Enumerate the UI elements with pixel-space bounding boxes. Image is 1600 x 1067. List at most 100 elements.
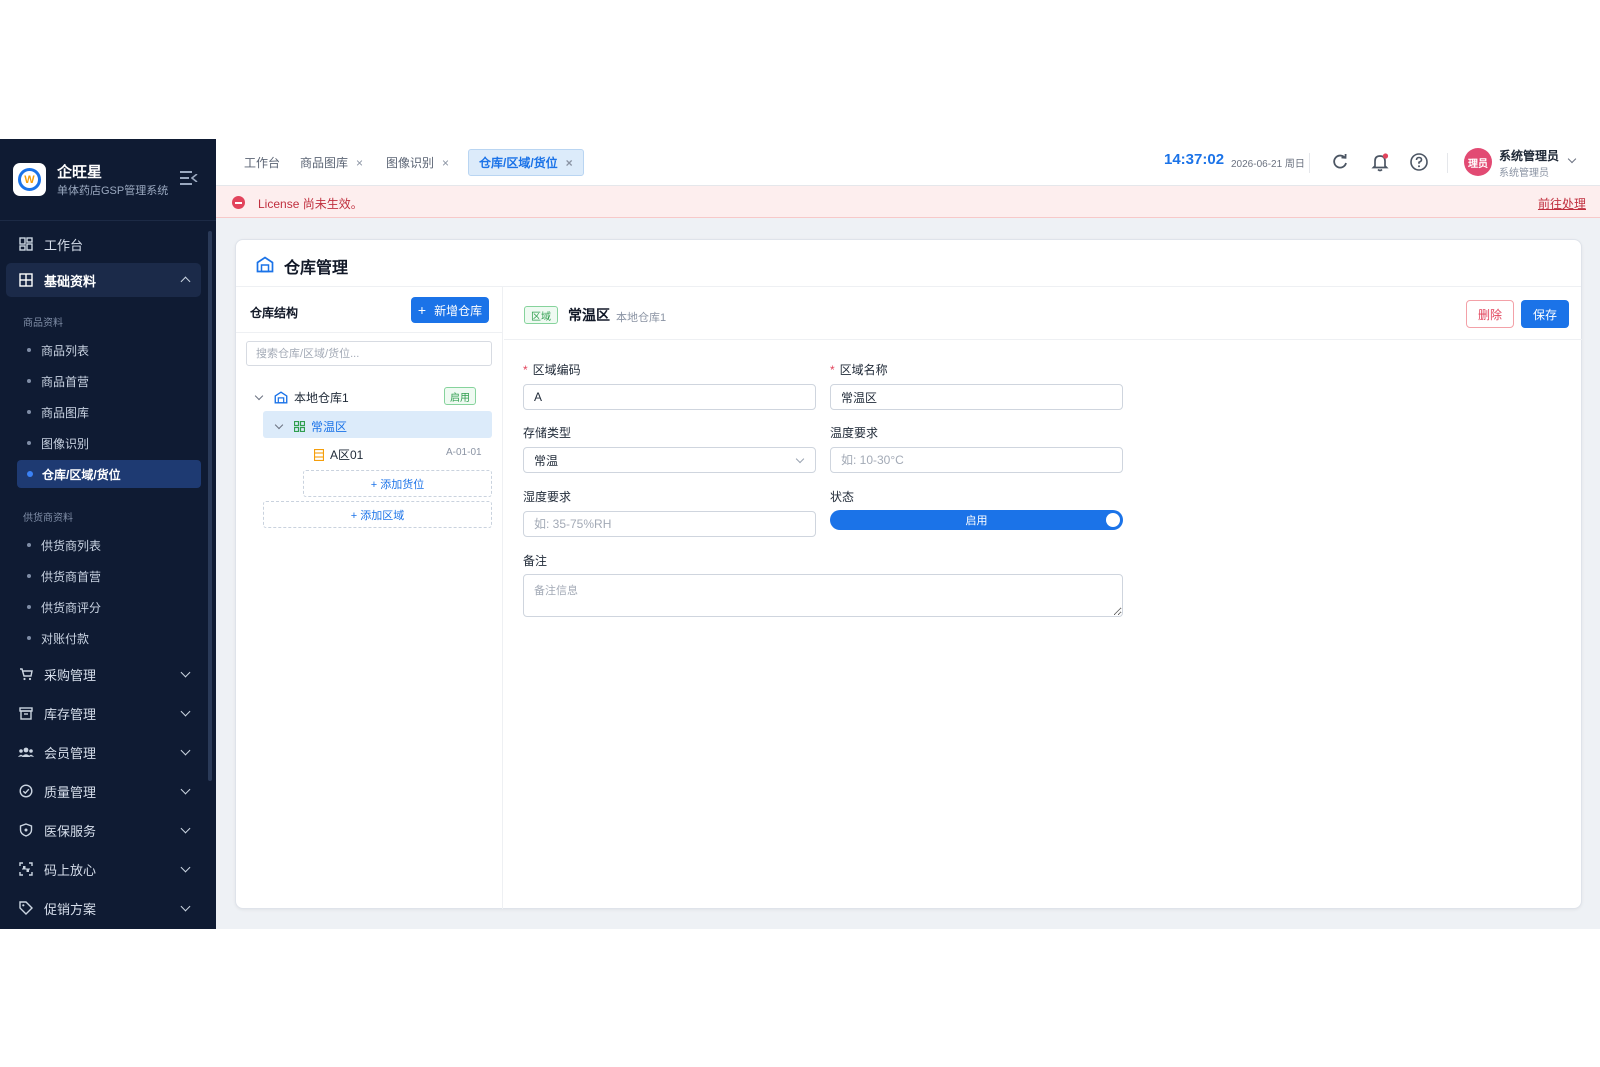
top-header: 工作台 商品图库 × 图像识别 × 仓库/区域/货位 × 14:37:02 2026-… bbox=[216, 139, 1600, 186]
humidity-field[interactable] bbox=[523, 511, 816, 537]
app-window: W 企旺星 单体药店GSP管理系统 工作台 基础资料 商品资料 商品列表 商品首… bbox=[0, 139, 1600, 929]
sidebar-item-label: 医保服务 bbox=[44, 823, 97, 839]
divider bbox=[236, 332, 502, 333]
tree-node-label: 本地仓库1 bbox=[294, 391, 349, 405]
add-warehouse-button[interactable]: + 新增仓库 bbox=[411, 297, 489, 323]
type-tag: 区域 bbox=[524, 306, 558, 324]
toggle-label: 启用 bbox=[965, 515, 988, 527]
save-button[interactable]: 保存 bbox=[1521, 300, 1569, 328]
w-logo-icon: W bbox=[13, 163, 46, 196]
add-location-button[interactable]: + 添加货位 bbox=[303, 470, 492, 497]
tree-node-location[interactable]: A区01 bbox=[314, 446, 363, 463]
archive-icon bbox=[18, 705, 34, 721]
sidebar-item-inventory[interactable]: 库存管理 bbox=[6, 696, 201, 730]
chevron-down-icon bbox=[180, 745, 191, 756]
bell-icon[interactable] bbox=[1369, 151, 1391, 173]
sidebar-item-product-list[interactable]: 商品列表 bbox=[17, 336, 201, 364]
cart-icon bbox=[18, 666, 34, 682]
bullet-icon bbox=[27, 471, 33, 477]
dashboard-icon bbox=[18, 236, 34, 252]
tree-node-warehouse[interactable]: 本地仓库1 bbox=[254, 389, 349, 406]
section-label-supplier: 供货商资料 bbox=[23, 513, 73, 524]
check-badge-icon bbox=[18, 783, 34, 799]
close-icon[interactable]: × bbox=[566, 156, 573, 170]
avatar[interactable]: 理员 bbox=[1464, 148, 1492, 176]
tab-workbench[interactable]: 工作台 bbox=[234, 149, 290, 176]
user-name[interactable]: 系统管理员 bbox=[1499, 147, 1559, 164]
select-value: 常温 bbox=[534, 453, 559, 468]
card-header: 仓库管理 bbox=[236, 240, 1581, 287]
temperature-field[interactable] bbox=[830, 447, 1123, 473]
sidebar-item-workbench[interactable]: 工作台 bbox=[6, 227, 201, 261]
sidebar-item-supplier-first[interactable]: 供货商首营 bbox=[17, 562, 201, 590]
sidebar-scrollbar[interactable] bbox=[208, 231, 212, 781]
sidebar-item-supplier-rating[interactable]: 供货商评分 bbox=[17, 593, 201, 621]
detail-title: 常温区 bbox=[568, 307, 610, 323]
tab-label: 图像识别 bbox=[386, 156, 435, 170]
detail-header: 区域 常温区 本地仓库1 删除 保存 bbox=[504, 287, 1582, 340]
sidebar-item-members[interactable]: 会员管理 bbox=[6, 735, 201, 769]
collapse-sidebar-icon[interactable] bbox=[180, 170, 198, 186]
zone-code-label: * 区域编码 bbox=[523, 361, 581, 378]
status-toggle[interactable]: 启用 bbox=[830, 510, 1123, 530]
remark-textarea[interactable] bbox=[523, 574, 1123, 617]
sidebar-item-purchase[interactable]: 采购管理 bbox=[6, 657, 201, 691]
brand: W 企旺星 单体药店GSP管理系统 bbox=[0, 139, 216, 221]
toggle-knob bbox=[1106, 513, 1120, 527]
sidebar-item-warehouse[interactable]: 仓库/区域/货位 bbox=[17, 460, 201, 488]
scan-icon bbox=[18, 861, 34, 877]
storage-type-select[interactable]: 常温 bbox=[523, 447, 816, 473]
user-role: 系统管理员 bbox=[1499, 168, 1549, 179]
sidebar-item-label: 对账付款 bbox=[41, 631, 90, 646]
chevron-down-icon[interactable] bbox=[274, 420, 284, 430]
bullet-icon bbox=[27, 574, 31, 578]
sidebar-item-medical-insurance[interactable]: 医保服务 bbox=[6, 813, 201, 847]
zone-code-field[interactable] bbox=[523, 384, 816, 410]
sidebar-item-label: 供货商列表 bbox=[41, 538, 102, 553]
license-message: License 尚未生效。 bbox=[258, 197, 363, 211]
sidebar-item-supplier-list[interactable]: 供货商列表 bbox=[17, 531, 201, 559]
sidebar-item-reconciliation[interactable]: 对账付款 bbox=[17, 624, 201, 652]
delete-button[interactable]: 删除 bbox=[1466, 300, 1514, 328]
sidebar-item-quality[interactable]: 质量管理 bbox=[6, 774, 201, 808]
tree-node-zone[interactable]: 常温区 bbox=[274, 418, 348, 435]
field-label: 区域名称 bbox=[839, 363, 888, 377]
warehouse-icon bbox=[274, 391, 288, 404]
tab-image-recognition[interactable]: 图像识别 × bbox=[376, 149, 459, 176]
chevron-down-icon bbox=[180, 667, 191, 678]
license-action-link[interactable]: 前往处理 bbox=[1538, 195, 1586, 212]
tab-warehouse[interactable]: 仓库/区域/货位 × bbox=[468, 149, 584, 176]
sidebar-item-image-recognition[interactable]: 图像识别 bbox=[17, 429, 201, 457]
required-mark: * bbox=[523, 363, 528, 377]
sidebar-item-label: 仓库/区域/货位 bbox=[42, 467, 121, 482]
sidebar-item-product-gallery[interactable]: 商品图库 bbox=[17, 398, 201, 426]
tab-product-gallery[interactable]: 商品图库 × bbox=[290, 149, 373, 176]
bullet-icon bbox=[27, 441, 31, 445]
bullet-icon bbox=[27, 543, 31, 547]
tree-search-input[interactable] bbox=[246, 341, 492, 366]
sidebar-item-label: 质量管理 bbox=[44, 784, 97, 800]
chevron-down-icon bbox=[180, 784, 191, 795]
sidebar-item-product-first[interactable]: 商品首营 bbox=[17, 367, 201, 395]
sidebar-group-basic[interactable]: 基础资料 bbox=[6, 263, 201, 297]
help-icon[interactable] bbox=[1408, 151, 1430, 173]
chevron-down-icon bbox=[795, 454, 805, 464]
zone-name-field[interactable] bbox=[830, 384, 1123, 410]
sidebar-item-label: 图像识别 bbox=[41, 436, 90, 451]
page-title: 仓库管理 bbox=[284, 260, 349, 277]
chevron-down-icon[interactable] bbox=[1567, 154, 1577, 164]
sidebar-item-label: 商品首营 bbox=[41, 374, 90, 389]
add-zone-button[interactable]: + 添加区域 bbox=[263, 501, 492, 528]
sidebar-item-label: 库存管理 bbox=[44, 706, 97, 722]
plus-icon: + bbox=[417, 302, 427, 318]
zone-name-label: * 区域名称 bbox=[830, 361, 888, 378]
refresh-icon[interactable] bbox=[1329, 151, 1351, 173]
chevron-down-icon[interactable] bbox=[254, 391, 264, 401]
close-icon[interactable]: × bbox=[356, 156, 363, 170]
tree-node-label: 常温区 bbox=[311, 420, 348, 434]
sidebar-item-promotion[interactable]: 促销方案 bbox=[6, 891, 201, 925]
detail-subtitle: 本地仓库1 bbox=[616, 312, 667, 324]
sidebar-item-traceability[interactable]: 码上放心 bbox=[6, 852, 201, 886]
sidebar-item-label: 商品图库 bbox=[41, 405, 90, 420]
close-icon[interactable]: × bbox=[442, 156, 449, 170]
